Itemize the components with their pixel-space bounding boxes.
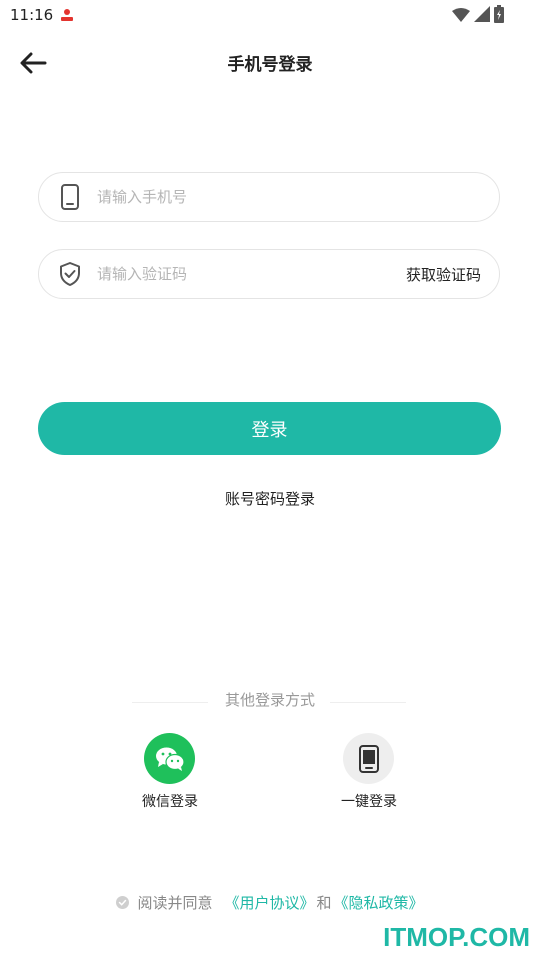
watermark-logo: ITMOP.COM [383,922,530,952]
signal-icon [474,6,490,26]
battery-icon [494,5,504,27]
wechat-icon [155,747,185,771]
user-agreement-link[interactable]: 《用户协议》 [224,892,314,913]
mobile-phone-icon [358,744,379,773]
status-icons [452,5,504,27]
phone-icon [57,184,83,210]
check-icon [119,899,127,906]
wechat-login-button[interactable] [144,733,195,784]
login-button[interactable]: 登录 [38,402,501,455]
get-code-button[interactable]: 获取验证码 [406,264,481,285]
phone-input[interactable] [97,183,377,211]
one-click-login-label: 一键登录 [341,794,397,810]
account-password-login-link[interactable]: 账号密码登录 [0,488,540,509]
other-login-label: 其他登录方式 [224,691,315,709]
app-notification-icon [58,6,76,24]
verification-code-field: 获取验证码 [38,249,500,299]
page-title: 手机号登录 [227,55,313,75]
one-click-login-button[interactable] [343,733,394,784]
wechat-login-label: 微信登录 [142,794,198,810]
agreement-conjunction: 和 [316,894,332,912]
agreement-prefix: 阅读并同意 [137,894,213,912]
wifi-icon [452,7,470,26]
agree-checkbox[interactable] [116,896,130,909]
shield-check-icon [57,261,83,287]
agreement-row: 阅读并同意 《用户协议》 和 《隐私政策》 [0,892,540,913]
privacy-policy-link[interactable]: 《隐私政策》 [334,892,424,913]
status-time: 11:16 [10,6,54,24]
phone-field [38,172,500,222]
verification-code-input[interactable] [97,260,377,288]
